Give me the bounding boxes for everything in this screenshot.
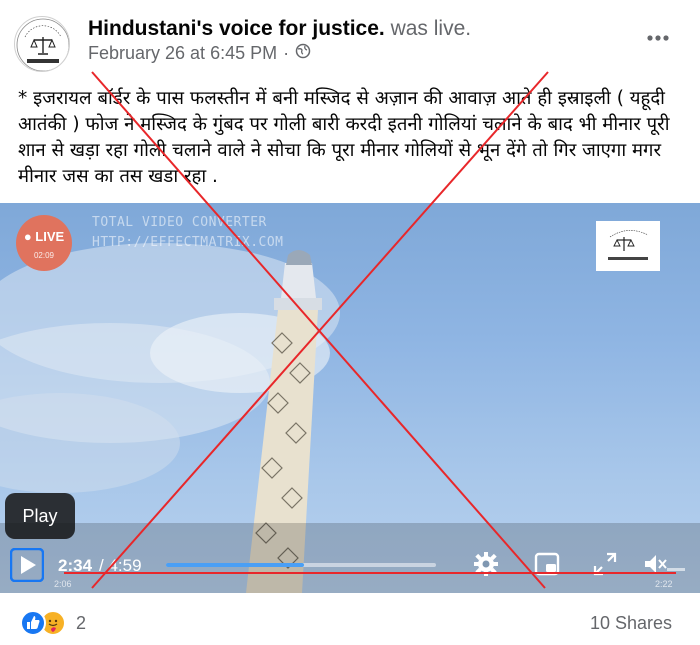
meta-separator: · [283, 43, 290, 63]
post-footer: 2 10 Shares [0, 600, 700, 645]
reactions-summary[interactable]: 2 [20, 610, 86, 636]
progress-bar[interactable] [166, 563, 436, 567]
fullscreen-icon[interactable] [591, 550, 619, 578]
video-watermark: TOTAL VIDEO CONVERTER HTTP://EFFECTMATRI… [92, 213, 284, 253]
video-time-total: / 4:59 [99, 556, 142, 575]
live-label: ● LIVE [23, 229, 65, 244]
post-header: Hindustani's voice for justice. was live… [0, 0, 700, 78]
settings-gear-icon[interactable] [472, 550, 500, 578]
scrub-time-left: 2:06 [54, 579, 72, 589]
video-frame [0, 243, 700, 593]
author-line: Hindustani's voice for justice. was live… [88, 17, 471, 41]
picture-in-picture-icon[interactable] [533, 550, 561, 578]
volume-slider[interactable] [667, 568, 685, 571]
play-tooltip: Play [5, 493, 75, 539]
author-suffix: was live. [390, 17, 472, 40]
live-time: 02:09 [33, 251, 55, 260]
watermark-line-1: TOTAL VIDEO CONVERTER [92, 215, 267, 230]
channel-logo [596, 221, 660, 271]
shares-count[interactable]: 10 Shares [590, 613, 672, 634]
globe-icon [295, 43, 311, 64]
page-avatar[interactable] [14, 16, 70, 72]
progress-fill [166, 563, 304, 567]
post-meta: February 26 at 6:45 PM · [88, 43, 311, 64]
reaction-count: 2 [76, 612, 87, 633]
mute-icon[interactable] [641, 550, 669, 578]
video-time-current: 2:34 [58, 556, 93, 575]
post-timestamp[interactable]: February 26 at 6:45 PM [88, 43, 277, 64]
watermark-line-2: HTTP://EFFECTMATRIX.COM [92, 235, 284, 250]
facebook-post: Hindustani's voice for justice. was live… [0, 0, 700, 645]
like-icon [20, 610, 46, 636]
play-icon[interactable] [9, 547, 45, 583]
video-controls: 2:34 / 4:59 2:06 2:22 [0, 543, 700, 593]
video-player[interactable]: TOTAL VIDEO CONVERTER HTTP://EFFECTMATRI… [0, 203, 700, 593]
author-name[interactable]: Hindustani's voice for justice. [88, 17, 385, 40]
post-text: * इजरायल बॉर्डर के पास फलस्तीन में बनी म… [18, 88, 670, 187]
live-badge: ● LIVE 02:09 [16, 215, 72, 271]
more-options-icon[interactable] [640, 26, 676, 50]
scrub-time-right: 2:22 [655, 579, 673, 589]
